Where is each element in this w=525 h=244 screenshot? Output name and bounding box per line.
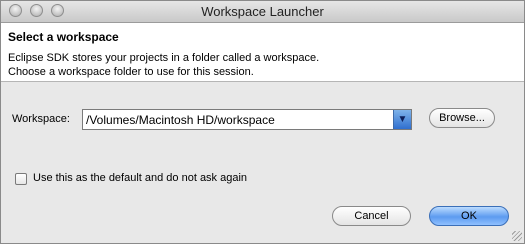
- workspace-path-input[interactable]: [86, 112, 391, 127]
- browse-button[interactable]: Browse...: [429, 108, 495, 128]
- window-title: Workspace Launcher: [201, 4, 324, 19]
- cancel-button[interactable]: Cancel: [332, 206, 411, 226]
- title-bar[interactable]: Workspace Launcher: [1, 1, 524, 23]
- resize-grip-icon[interactable]: [512, 231, 522, 241]
- ok-button[interactable]: OK: [429, 206, 509, 226]
- workspace-launcher-window: Workspace Launcher Select a workspace Ec…: [0, 0, 525, 244]
- header-description-line-1: Eclipse SDK stores your projects in a fo…: [8, 52, 320, 64]
- dropdown-arrow-icon[interactable]: ▼: [393, 110, 411, 129]
- use-as-default-label[interactable]: Use this as the default and do not ask a…: [33, 172, 247, 184]
- workspace-label: Workspace:: [12, 113, 70, 125]
- use-as-default-checkbox[interactable]: [15, 173, 27, 185]
- header-description-line-2: Choose a workspace folder to use for thi…: [8, 66, 254, 78]
- workspace-combobox[interactable]: ▼: [82, 109, 412, 130]
- dialog-header: Select a workspace Eclipse SDK stores yo…: [1, 23, 524, 82]
- header-title: Select a workspace: [8, 30, 119, 44]
